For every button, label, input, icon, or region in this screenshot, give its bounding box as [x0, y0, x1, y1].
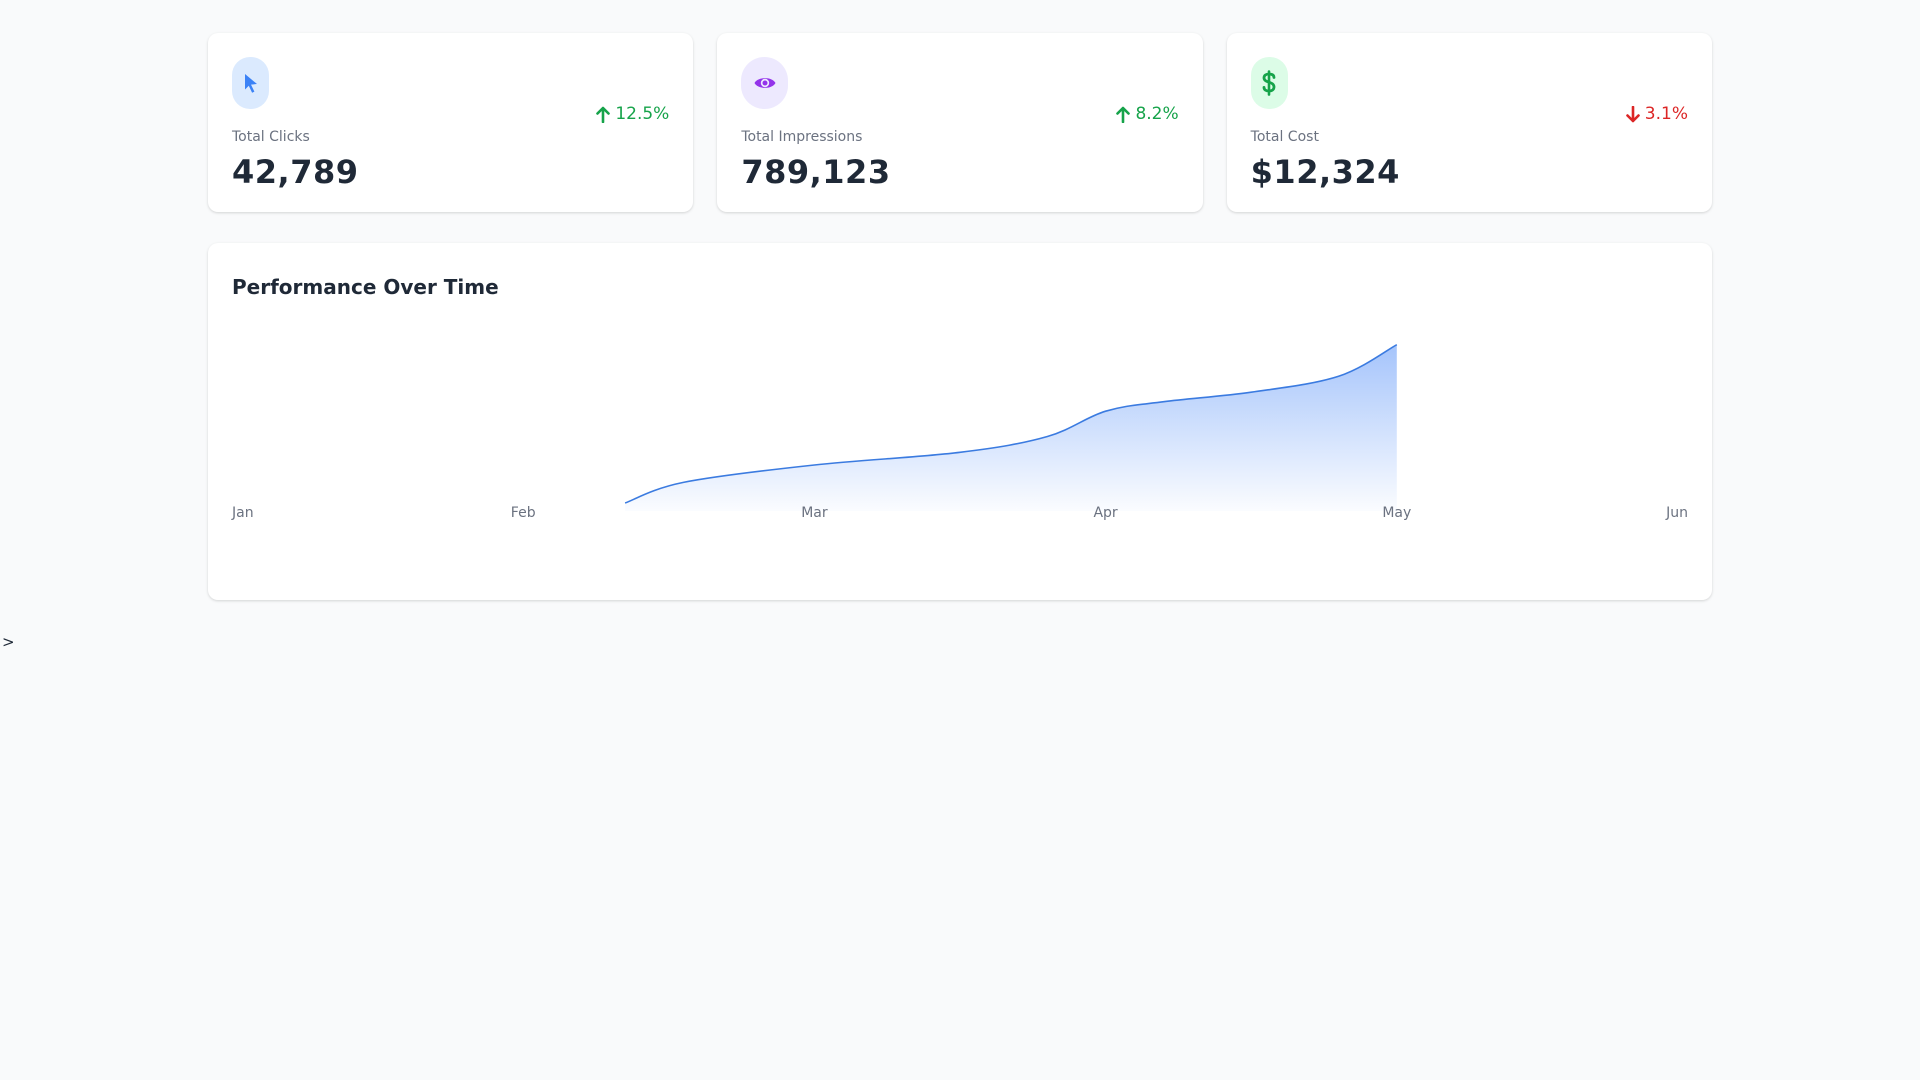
stat-icon-wrap — [1250, 57, 1288, 109]
stat-change: 8.2% — [1115, 104, 1179, 124]
stat-value: 42,789 — [232, 153, 359, 191]
stat-icon-wrap — [232, 57, 269, 109]
x-tick-label: Mar — [801, 505, 828, 521]
stat-change-value: 3.1% — [1644, 104, 1688, 124]
x-tick-label: Apr — [1093, 505, 1117, 521]
x-tick-label: Jun — [1665, 505, 1688, 521]
stat-label: Total Clicks — [232, 129, 310, 145]
arrow-up-icon — [1116, 106, 1131, 123]
x-tick-label: Feb — [511, 505, 536, 521]
stat-label: Total Impressions — [741, 129, 863, 145]
arrow-up-icon — [596, 106, 611, 123]
stat-label: Total Cost — [1250, 129, 1319, 145]
stat-change: 3.1% — [1625, 104, 1688, 124]
arrow-down-icon — [1625, 105, 1640, 122]
dollar-icon — [1262, 70, 1276, 96]
stat-card-impressions: 8.2% Total Impressions 789,123 — [717, 33, 1203, 212]
stat-value: 789,123 — [741, 153, 891, 191]
cursor-pointer-icon — [244, 74, 257, 93]
performance-chart-card: Performance Over Time Jan Feb Mar Apr May Jun — [208, 243, 1712, 600]
stat-card-clicks: 12.5% Total Clicks 42,789 — [208, 33, 694, 212]
stat-card-cost: 3.1% Total Cost $12,324 — [1226, 33, 1712, 212]
stray-text: > — [2, 633, 15, 651]
stat-value: $12,324 — [1250, 153, 1400, 191]
chart-area-fill — [625, 344, 1397, 511]
eye-icon — [754, 78, 776, 88]
chart-title: Performance Over Time — [232, 275, 499, 299]
x-tick-label: May — [1382, 505, 1411, 521]
x-tick-label: Jan — [231, 505, 254, 521]
stat-icon-wrap — [741, 57, 789, 109]
stat-change: 12.5% — [595, 104, 669, 124]
stat-change-value: 12.5% — [615, 104, 670, 124]
stat-change-value: 8.2% — [1135, 104, 1179, 124]
performance-area-chart: Jan Feb Mar Apr May Jun — [231, 343, 1688, 521]
stats-row: 12.5% Total Clicks 42,789 8.2% Total Imp… — [208, 33, 1712, 212]
